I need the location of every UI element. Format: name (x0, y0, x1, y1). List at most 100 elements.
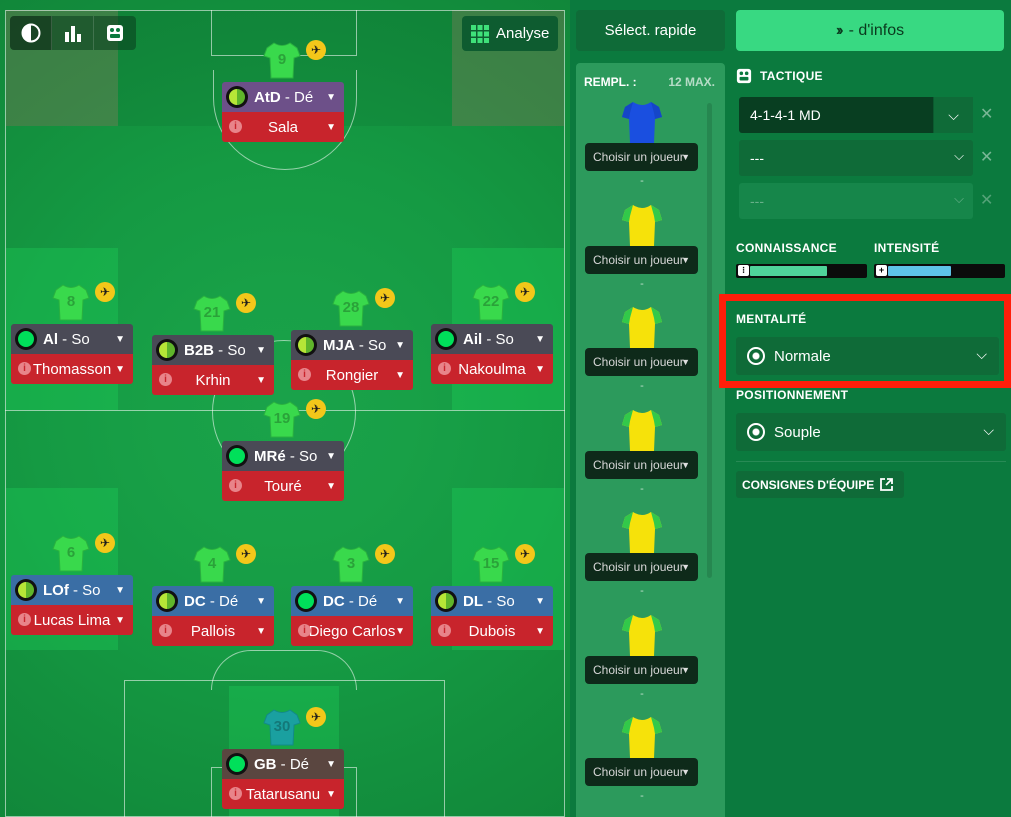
clear-tactic-1-icon[interactable]: ✕ (980, 104, 993, 124)
positioning-select[interactable]: Souple ⌵ (736, 413, 1006, 451)
player-name-selector[interactable]: i Lucas Lima ▼ (11, 605, 133, 635)
info-icon[interactable]: i (18, 362, 31, 375)
airplane-icon: ✈ (515, 282, 535, 302)
role-suitability-icon (156, 590, 178, 612)
player-name-selector[interactable]: i Pallois ▼ (152, 616, 274, 646)
player-duty: Dé (294, 88, 314, 106)
view-toggle-stats[interactable] (52, 16, 94, 50)
airplane-icon: ✈ (236, 293, 256, 313)
player-role-selector[interactable]: AtD - Dé ▼ (222, 82, 344, 112)
player-duty: So (496, 592, 515, 610)
choose-player-select[interactable]: Choisir un joueur ▼ (585, 143, 698, 171)
player-role-selector[interactable]: DL - So ▼ (431, 586, 553, 616)
role-suitability-icon (226, 445, 248, 467)
mentality-select[interactable]: Normale ⌵ (736, 337, 999, 375)
player-duty: Dé (358, 592, 378, 610)
tactic-slot-2-select[interactable]: --- ⌵ (739, 140, 973, 176)
substitute-slot: Choisir un joueur ▼ - (576, 407, 725, 509)
info-icon[interactable]: i (159, 373, 172, 386)
player-name: Krhin (195, 371, 231, 389)
intensity-bar: + (874, 264, 1005, 278)
chevron-down-icon[interactable]: ⌵ (933, 97, 973, 133)
player-role-selector[interactable]: B2B - So ▼ (152, 335, 274, 365)
player-role-selector[interactable]: MJA - So ▼ (291, 330, 413, 360)
airplane-icon: ✈ (515, 544, 535, 564)
airplane-icon: ✈ (95, 282, 115, 302)
player-duty-sep: - (280, 88, 295, 106)
player-name-selector[interactable]: i Tatarusanu ▼ (222, 779, 344, 809)
info-icon[interactable]: i (229, 787, 242, 800)
player-role-selector[interactable]: MRé - So ▼ (222, 441, 344, 471)
player-role-selector[interactable]: Al - So ▼ (11, 324, 133, 354)
external-link-icon (880, 478, 894, 491)
player-role: MRé (254, 447, 286, 465)
player-name: Nakoulma (458, 360, 526, 378)
caret-down-icon: ▼ (535, 595, 545, 607)
choose-player-placeholder: Choisir un joueur (593, 252, 684, 267)
player-role-selector[interactable]: Ail - So ▼ (431, 324, 553, 354)
positioning-target-icon (747, 423, 765, 441)
tactic-slot-1-select[interactable]: 4-1-4-1 MD ⌵ (739, 97, 973, 133)
airplane-icon: ✈ (375, 288, 395, 308)
player-duty-sep: - (285, 447, 300, 465)
more-info-button[interactable]: ›› - d'infos (736, 10, 1004, 51)
info-icon[interactable]: i (298, 624, 311, 637)
sub-caption: - (640, 175, 644, 187)
info-icon[interactable]: i (18, 613, 31, 626)
bar-chart-icon (64, 26, 81, 42)
player-name-selector[interactable]: i Dubois ▼ (431, 616, 553, 646)
airplane-icon: ✈ (306, 399, 326, 419)
player-role-selector[interactable]: LOf - So ▼ (11, 575, 133, 605)
info-icon[interactable]: i (298, 368, 311, 381)
caret-down-icon: ▼ (326, 480, 336, 492)
player-name-selector[interactable]: i Thomasson ▼ (11, 354, 133, 384)
choose-player-select[interactable]: Choisir un joueur ▼ (585, 348, 698, 376)
player-duty: So (227, 341, 246, 359)
player-duty-sep: - (68, 581, 83, 599)
choose-player-select[interactable]: Choisir un joueur ▼ (585, 553, 698, 581)
caret-down-icon: ▼ (326, 121, 336, 133)
player-role-selector[interactable]: DC - Dé ▼ (152, 586, 274, 616)
player-role: MJA (323, 336, 355, 354)
player-role-selector[interactable]: GB - Dé ▼ (222, 749, 344, 779)
substitute-slot: Choisir un joueur ▼ - (576, 99, 725, 201)
info-icon[interactable]: i (438, 624, 451, 637)
player-name-selector[interactable]: i Diego Carlos ▼ (291, 616, 413, 646)
player-name-selector[interactable]: i Rongier ▼ (291, 360, 413, 390)
team-instructions-button[interactable]: CONSIGNES D'ÉQUIPE (736, 471, 904, 498)
player-number: 28 (342, 299, 360, 316)
clear-tactic-2-icon[interactable]: ✕ (980, 147, 993, 167)
player-number: 30 (273, 718, 291, 735)
intensity-icon: + (876, 265, 887, 276)
familiarity-bar-fill (750, 266, 828, 276)
sub-shirt-icon (622, 204, 662, 246)
info-icon[interactable]: i (229, 479, 242, 492)
info-icon[interactable]: i (229, 120, 242, 133)
player-role-selector[interactable]: DC - Dé ▼ (291, 586, 413, 616)
caret-down-icon: ▼ (115, 333, 125, 345)
player-name-selector[interactable]: i Sala ▼ (222, 112, 344, 142)
player-name-selector[interactable]: i Krhin ▼ (152, 365, 274, 395)
info-icon[interactable]: i (159, 624, 172, 637)
player-role: AtD (254, 88, 281, 106)
role-suitability-icon (226, 753, 248, 775)
info-icon[interactable]: i (438, 362, 451, 375)
tactic-board-icon (736, 68, 752, 84)
player-name-selector[interactable]: i Nakoulma ▼ (431, 354, 553, 384)
view-toggle-tactic[interactable] (94, 16, 136, 50)
quick-select-button[interactable]: Sélect. rapide (576, 10, 725, 51)
choose-player-select[interactable]: Choisir un joueur ▼ (585, 758, 698, 786)
player-number: 9 (277, 51, 287, 68)
choose-player-select[interactable]: Choisir un joueur ▼ (585, 450, 698, 479)
team-instructions-label: CONSIGNES D'ÉQUIPE (742, 477, 875, 492)
player-name-selector[interactable]: i Touré ▼ (222, 471, 344, 501)
grid-icon (471, 24, 489, 43)
caret-down-icon: ▼ (256, 595, 266, 607)
more-info-label: - d'infos (848, 21, 905, 39)
familiarity-icon: ⁝ (738, 265, 749, 276)
substitute-slot: Choisir un joueur ▼ - (576, 202, 725, 304)
choose-player-select[interactable]: Choisir un joueur ▼ (585, 655, 698, 684)
view-toggle-pitch[interactable] (10, 16, 52, 50)
choose-player-select[interactable]: Choisir un joueur ▼ (585, 245, 698, 274)
analyse-button[interactable]: Analyse (462, 16, 558, 51)
